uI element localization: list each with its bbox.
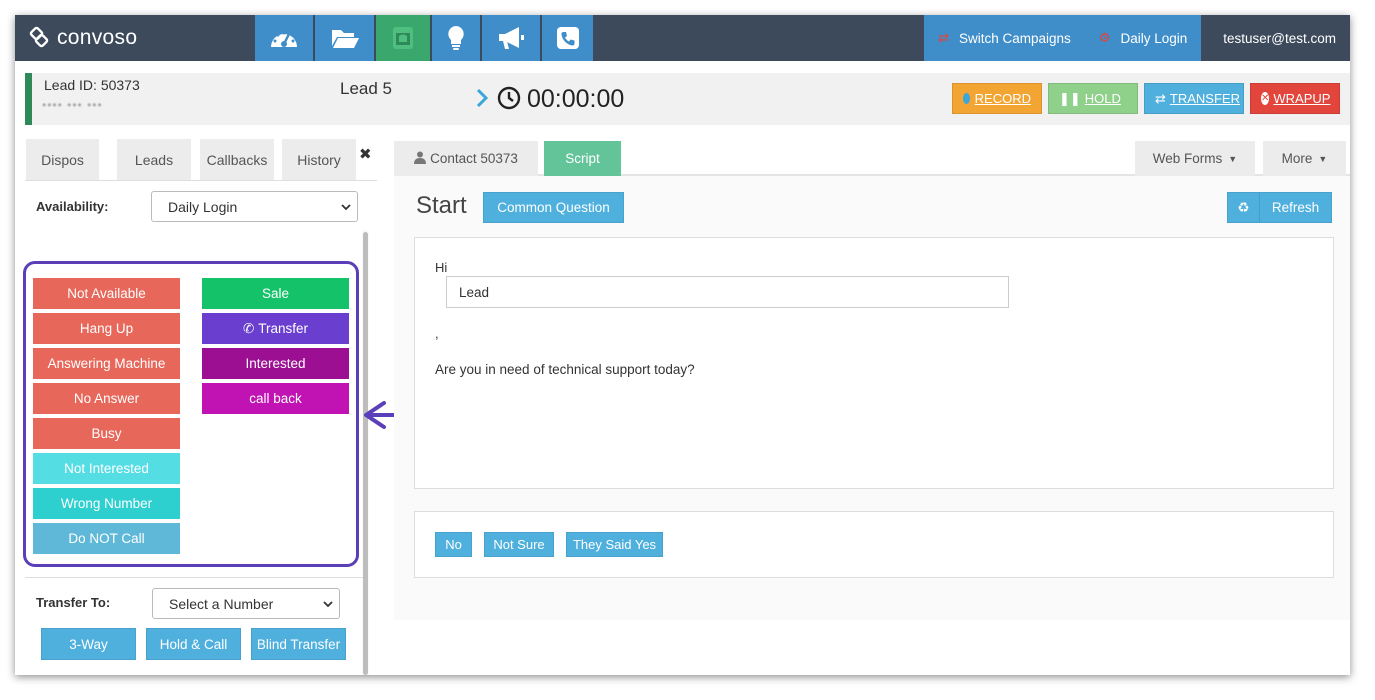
logo[interactable]: convoso [27,26,137,50]
hold-button[interactable]: ❚❚ HOLD [1048,83,1138,114]
record-dot-icon [963,93,970,104]
transfer-select-value: Select a Number [169,595,274,612]
tab-script[interactable]: Script [544,141,621,176]
transfer-button[interactable]: ⇄ TRANSFER [1144,83,1244,114]
script-question: Are you in need of technical support tod… [435,362,695,377]
script-heading: Start [416,192,467,219]
transfer-to-label: Transfer To: [36,595,111,610]
greeting-text: Hi [435,260,448,275]
user-icon [414,151,427,167]
refresh-label: Refresh [1271,200,1320,215]
nav-right: ⇄ Switch Campaigns ⚙ Daily Login testuse… [924,15,1350,61]
divider [25,577,363,578]
pause-icon: ❚❚ [1059,90,1081,106]
lead-name: Lead 5 [340,79,392,98]
top-navbar: convoso ⇄ Switch Campaigns ⚙ Daily Login… [15,15,1350,61]
comma-text: , [435,326,439,341]
phone-square-icon[interactable] [542,15,595,61]
transfer-label: TRANSFER [1169,91,1240,106]
daily-login-button[interactable]: ⚙ Daily Login [1084,15,1202,61]
dispositions-highlight-box [23,261,359,567]
answer-they-said-yes-button[interactable]: They Said Yes [566,532,663,557]
chevron-down-icon [323,597,333,613]
phone-booth-icon[interactable] [376,15,432,61]
web-forms-label: Web Forms [1152,151,1223,166]
gear-icon: ⚙ [1098,30,1111,45]
availability-select[interactable]: Daily Login [151,191,358,222]
record-label: RECORD [974,91,1031,106]
close-icon[interactable]: ✖ [359,145,372,163]
caret-down-icon: ▼ [1228,153,1238,164]
more-dropdown[interactable]: More ▼ [1263,141,1346,176]
logo-text: convoso [57,26,138,49]
nav-icon-bar [255,15,595,61]
switch-campaigns-label: Switch Campaigns [959,30,1071,46]
caret-down-icon: ▼ [1318,153,1328,164]
answer-not-sure-button[interactable]: Not Sure [484,532,554,557]
scrollbar-thumb[interactable] [363,232,368,675]
user-email: testuser@test.com [1223,30,1336,46]
tab-callbacks[interactable]: Callbacks [200,139,274,180]
lead-name-field[interactable]: Lead [446,276,1009,308]
record-button[interactable]: RECORD [952,83,1042,114]
chevron-down-icon [341,200,351,216]
common-question-button[interactable]: Common Question [483,192,624,223]
convoso-logo-icon [29,26,49,48]
user-menu[interactable]: testuser@test.com [1201,15,1350,61]
script-content: Hi Lead , Are you in need of technical s… [414,237,1334,489]
shuffle-icon: ⇄ [1155,90,1166,106]
lead-phone-masked: •••• ••• ••• [42,98,103,112]
left-panel-tabs: Dispos Leads Callbacks History [25,139,377,181]
lead-id: Lead ID: 50373 [44,77,140,93]
tab-contact[interactable]: Contact 50373 [394,141,538,176]
availability-label: Availability: [36,199,109,214]
megaphone-icon[interactable] [482,15,542,61]
lead-name-field-value: Lead [459,284,490,300]
hold-label: HOLD [1084,91,1121,106]
availability-value: Daily Login [168,198,238,215]
tab-leads[interactable]: Leads [117,139,191,180]
transfer-number-select[interactable]: Select a Number [152,588,340,619]
tab-history[interactable]: History [282,139,356,180]
call-actions: RECORD ❚❚ HOLD ⇄ TRANSFER ✕ WRAPUP [952,83,1340,114]
more-label: More [1281,151,1313,166]
wrapup-label: WRAPUP [1273,91,1331,106]
hold-and-call-button[interactable]: Hold & Call [146,628,241,660]
app-window: convoso ⇄ Switch Campaigns ⚙ Daily Login… [15,15,1350,675]
timer-value: 00:00:00 [527,85,625,113]
answer-no-button[interactable]: No [435,532,472,557]
answer-options: No Not Sure They Said Yes [414,511,1334,578]
wrapup-button[interactable]: ✕ WRAPUP [1250,83,1340,114]
blind-transfer-button[interactable]: Blind Transfer [251,628,346,660]
tab-dispos[interactable]: Dispos [26,139,99,180]
dashboard-icon[interactable] [255,15,315,61]
folder-icon[interactable] [315,15,376,61]
clock-icon [497,86,521,113]
call-timer: 00:00:00 [475,85,624,114]
web-forms-dropdown[interactable]: Web Forms ▼ [1135,141,1255,176]
three-way-button[interactable]: 3-Way [41,628,136,660]
recycle-icon: ♻ [1228,193,1260,222]
switch-campaigns-button[interactable]: ⇄ Switch Campaigns [924,15,1085,61]
shuffle-icon: ⇄ [938,30,949,45]
close-circle-icon: ✕ [1261,92,1270,105]
refresh-button[interactable]: ♻ Refresh [1227,192,1332,223]
lead-info-bar: Lead ID: 50373 •••• ••• ••• Lead 5 00:00… [25,73,1350,125]
chevron-right-icon [475,87,489,112]
lightbulb-icon[interactable] [432,15,482,61]
tab-contact-label: Contact 50373 [430,151,518,166]
daily-login-label: Daily Login [1120,30,1188,46]
